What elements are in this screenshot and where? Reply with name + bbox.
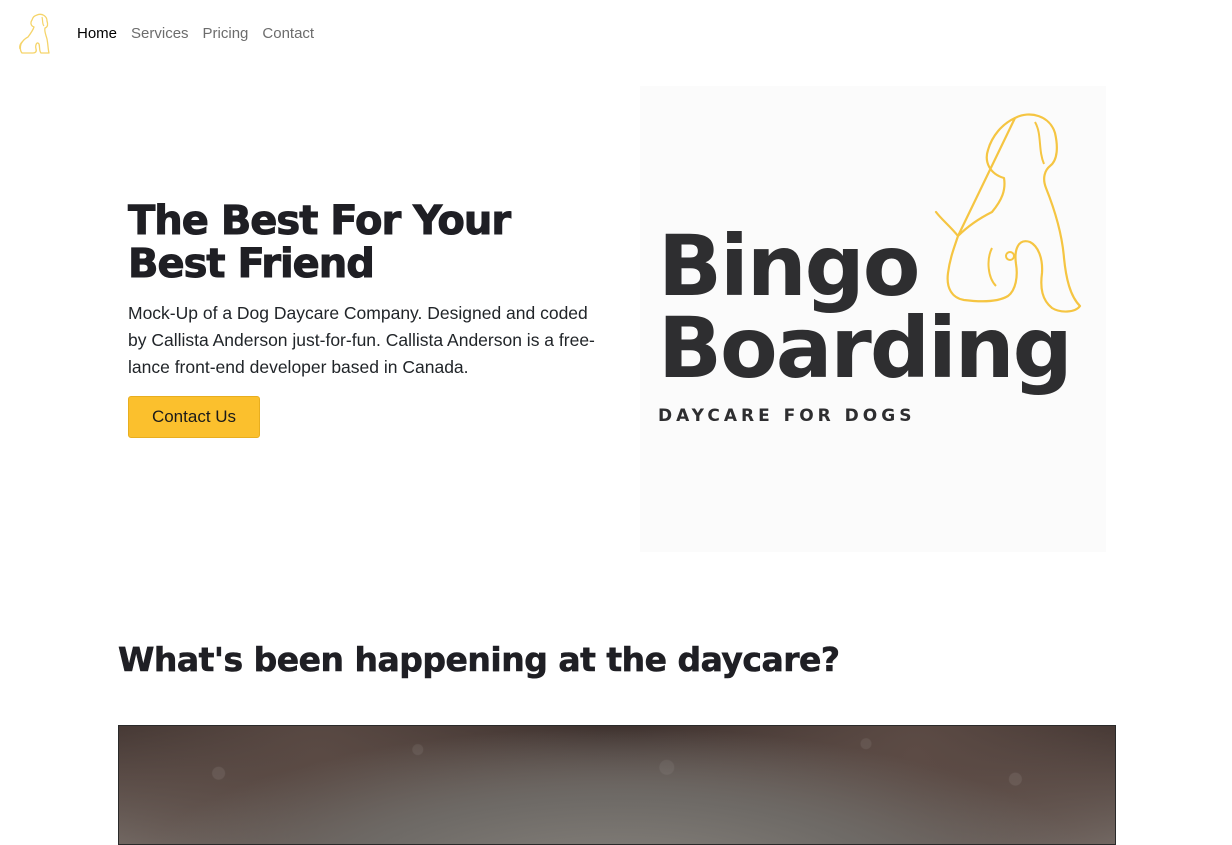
nav-links: Home Services Pricing Contact [77,24,328,44]
contact-us-button[interactable]: Contact Us [128,396,260,438]
hero-text: The Best For Your Best Friend Mock-Up of… [127,198,598,381]
hero-title-line2: Best Friend [128,241,376,287]
logo-tagline: DAYCARE FOR DOGS [658,406,916,426]
photo-bokeh-overlay [119,726,1115,844]
nav-services[interactable]: Services [131,24,189,44]
logo-word-bingo: Bingo [658,217,920,315]
hero-title: The Best For Your Best Friend [127,198,598,287]
bingo-boarding-logo-image: Bingo Boarding DAYCARE FOR DOGS [640,86,1106,552]
dog-outline-icon [934,113,1082,313]
dog-outline-icon [19,13,50,54]
nav-contact[interactable]: Contact [262,24,314,44]
logo-word-boarding: Boarding [658,299,1073,397]
hero-description: Mock-Up of a Dog Daycare Company. Design… [128,303,595,377]
nav-home[interactable]: Home [77,24,117,44]
hero-title-line1: The Best For Your [127,198,511,244]
news-heading: What's been happening at the daycare? [118,640,841,680]
brand-logo-link[interactable] [15,11,53,57]
top-navbar: Home Services Pricing Contact [0,0,1232,68]
daycare-photo [118,725,1116,845]
nav-pricing[interactable]: Pricing [203,24,249,44]
